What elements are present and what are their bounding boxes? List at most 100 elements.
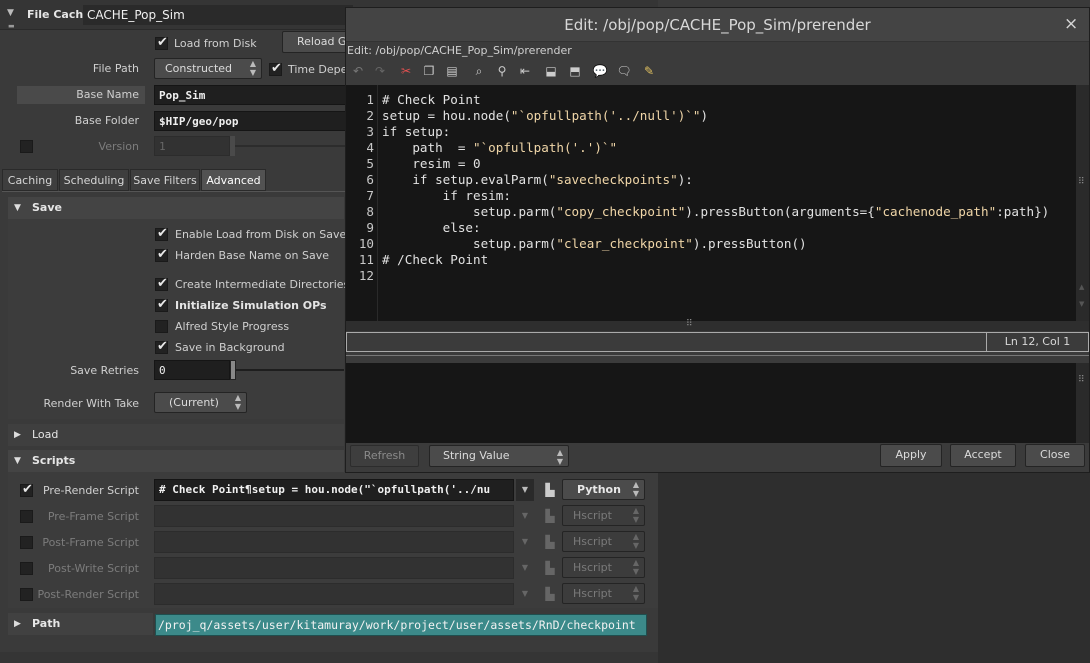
expand-triangle-icon: ▶ <box>14 430 21 440</box>
init-sim-ops-checkbox[interactable] <box>155 297 168 312</box>
hscroll-bar[interactable]: ⠿ <box>346 319 1089 331</box>
save-section-header[interactable]: ▼ Save <box>8 197 344 219</box>
post-render-lang-menu[interactable]: Hscript ▲ ▼ <box>562 583 645 604</box>
close-button[interactable]: Close <box>1025 444 1085 467</box>
pre-render-lang-menu[interactable]: Python ▲ ▼ <box>562 479 645 500</box>
collapse-triangle-icon: ▼ <box>14 203 21 213</box>
preview-scrollbar[interactable]: ⠿ <box>1076 363 1089 443</box>
notes-icon[interactable]: ✎ <box>640 62 658 80</box>
node-type-label: File Cache <box>27 8 91 21</box>
code-line: else: <box>382 220 481 235</box>
file-path-value: Constructed <box>165 62 233 75</box>
save-section-title: Save <box>32 201 62 214</box>
edit-script-icon[interactable]: ▙ <box>541 481 559 499</box>
close-icon[interactable]: × <box>1064 14 1078 34</box>
post-write-label: Post-Write Script <box>48 562 139 575</box>
post-render-lang: Hscript <box>573 587 612 600</box>
edit-script-icon[interactable]: ▙ <box>541 585 559 603</box>
reload-geometry-button[interactable]: Reload Ge <box>282 31 352 53</box>
line-number: 8 <box>366 204 374 219</box>
render-take-value: (Current) <box>169 396 219 409</box>
pre-render-field[interactable]: # Check Point¶setup = hou.node("`opfullp… <box>154 479 514 501</box>
post-frame-lang-menu[interactable]: Hscript ▲ ▼ <box>562 531 645 552</box>
path-field[interactable]: /proj_q/assets/user/kitamuray/work/proje… <box>155 614 647 636</box>
pre-frame-dropdown[interactable]: ▼ <box>516 505 534 527</box>
comment-icon[interactable]: 💬 <box>591 62 609 80</box>
export-file-icon[interactable]: ⬒ <box>566 62 584 80</box>
scripts-section-title: Scripts <box>32 454 76 467</box>
import-file-icon[interactable]: ⬓ <box>542 62 560 80</box>
apply-button[interactable]: Apply <box>880 444 942 467</box>
edit-script-icon[interactable]: ▙ <box>541 533 559 551</box>
save-retries-slider-track[interactable] <box>236 369 344 371</box>
replace-icon[interactable]: ⚲ <box>493 62 511 80</box>
paste-icon[interactable]: ▤ <box>443 62 461 80</box>
post-write-dropdown[interactable]: ▼ <box>516 557 534 579</box>
value-preview-pane[interactable] <box>346 363 1076 443</box>
tab-advanced[interactable]: Advanced <box>201 169 266 191</box>
save-background-label: Save in Background <box>175 341 285 354</box>
pane-splitter[interactable] <box>346 355 1089 360</box>
harden-base-name-checkbox[interactable] <box>155 247 168 262</box>
redo-icon[interactable]: ↷ <box>371 62 389 80</box>
goto-icon[interactable]: ⇤ <box>516 62 534 80</box>
cut-icon[interactable]: ✂ <box>397 62 415 80</box>
edit-script-icon[interactable]: ▙ <box>541 559 559 577</box>
enable-load-on-save-checkbox[interactable] <box>155 226 168 241</box>
accept-button[interactable]: Accept <box>950 444 1016 467</box>
copy-icon[interactable]: ❐ <box>420 62 438 80</box>
alfred-progress-checkbox[interactable] <box>155 320 168 333</box>
value-type-menu[interactable]: String Value ▲ ▼ <box>429 445 569 467</box>
pre-frame-field[interactable] <box>154 505 514 527</box>
load-from-disk-checkbox[interactable] <box>155 35 168 50</box>
save-background-checkbox[interactable] <box>155 339 168 354</box>
code-line: resim = 0 <box>382 156 481 171</box>
value-type: String Value <box>443 449 510 462</box>
load-section-header[interactable]: ▶ Load <box>8 424 344 446</box>
tab-save-filters[interactable]: Save Filters <box>130 169 200 191</box>
code-editor[interactable]: 1 # Check Point 2 setup = hou.node("`opfull… <box>346 85 1076 321</box>
scroll-up-icon[interactable]: ▲ <box>1079 283 1084 291</box>
base-name-field[interactable]: Pop_Sim <box>154 85 354 105</box>
time-dependent-label: Time Depe <box>288 63 348 76</box>
post-frame-dropdown[interactable]: ▼ <box>516 531 534 553</box>
find-icon[interactable]: ⌕ <box>470 62 488 80</box>
post-write-field[interactable] <box>154 557 514 579</box>
pre-render-dropdown[interactable]: ▼ <box>516 479 534 501</box>
render-take-menu[interactable]: (Current) ▲ ▼ <box>154 392 247 413</box>
node-name-field[interactable]: CACHE_Pop_Sim <box>83 5 353 25</box>
time-dependent-checkbox[interactable] <box>269 61 282 76</box>
pre-frame-lang-menu[interactable]: Hscript ▲ ▼ <box>562 505 645 526</box>
editor-toolbar: ↶ ↷ ✂ ❐ ▤ ⌕ ⚲ ⇤ ⬓ ⬒ 💬 🗨 ✎ <box>346 61 1089 83</box>
post-frame-field[interactable] <box>154 531 514 553</box>
alfred-progress-label: Alfred Style Progress <box>175 320 290 333</box>
tab-caching[interactable]: Caching <box>2 169 58 191</box>
code-line: # /Check Point <box>382 252 489 267</box>
code-scrollbar[interactable]: ⠿ ▲ ▼ <box>1076 85 1089 321</box>
post-write-lang-menu[interactable]: Hscript ▲ ▼ <box>562 557 645 578</box>
post-render-dropdown[interactable]: ▼ <box>516 583 534 605</box>
tab-scheduling[interactable]: Scheduling <box>59 169 129 191</box>
enable-load-on-save-label: Enable Load from Disk on Save <box>175 228 347 241</box>
uncomment-icon[interactable]: 🗨 <box>615 62 633 80</box>
create-dirs-checkbox[interactable] <box>155 276 168 291</box>
path-section-header[interactable]: ▶ Path <box>8 613 153 635</box>
code-line: path = "`opfullpath('.')`" <box>382 140 618 155</box>
edit-script-icon[interactable]: ▙ <box>541 507 559 525</box>
version-checkbox[interactable] <box>20 140 33 153</box>
file-path-menu[interactable]: Constructed ▲ ▼ <box>154 58 262 79</box>
scripts-section-header[interactable]: ▼ Scripts <box>8 450 344 472</box>
scroll-down-icon[interactable]: ▼ <box>1079 300 1084 308</box>
base-folder-field[interactable]: $HIP/geo/pop <box>154 111 354 131</box>
undo-icon[interactable]: ↶ <box>349 62 367 80</box>
base-folder-label: Base Folder <box>74 114 139 127</box>
drag-handle[interactable]: ▬ <box>8 22 15 30</box>
version-slider-track[interactable] <box>235 145 345 147</box>
post-render-field[interactable] <box>154 583 514 605</box>
save-retries-field[interactable]: 0 <box>154 360 230 380</box>
script-editor-window: Edit: /obj/pop/CACHE_Pop_Sim/prerender ×… <box>345 7 1090 473</box>
refresh-button[interactable]: Refresh <box>350 445 419 467</box>
load-section-title: Load <box>32 428 59 441</box>
render-take-label: Render With Take <box>43 397 139 410</box>
version-field[interactable]: 1 <box>154 136 230 156</box>
